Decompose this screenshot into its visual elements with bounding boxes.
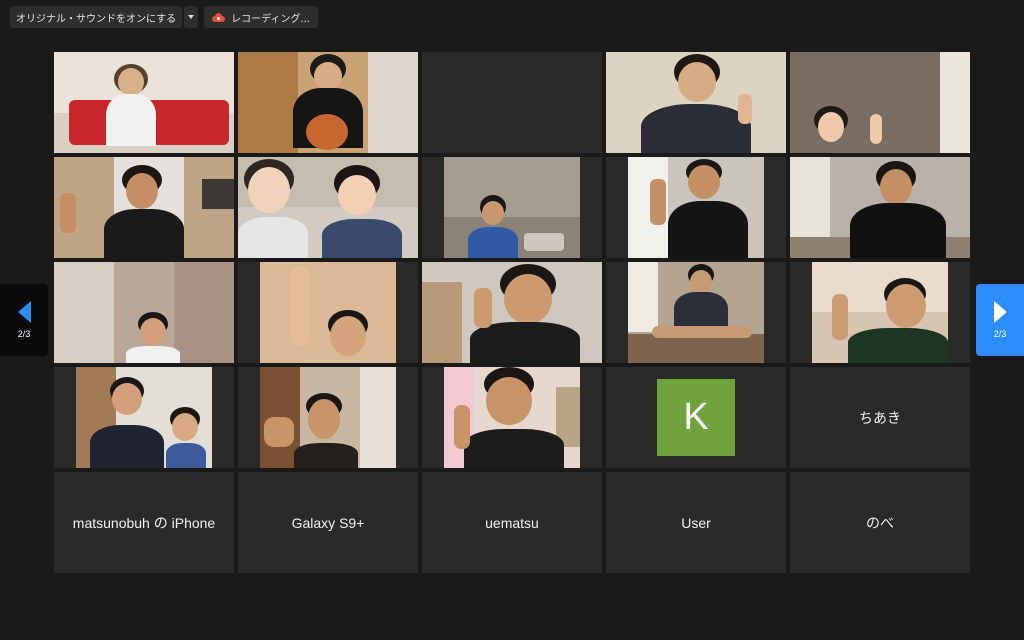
video-tile[interactable] bbox=[54, 52, 234, 153]
name-tile[interactable]: User bbox=[606, 472, 786, 573]
participant-name: matsunobuh の iPhone bbox=[72, 514, 216, 531]
next-page-button[interactable]: 2/3 bbox=[976, 284, 1024, 356]
top-controls: オリジナル・サウンドをオンにする レコーディング... bbox=[10, 6, 318, 28]
name-tile[interactable]: Galaxy S9+ bbox=[238, 472, 418, 573]
page-indicator: 2/3 bbox=[993, 329, 1007, 339]
gallery-grid: K ちあき matsunobuh の iPhone Galaxy S9+ uem… bbox=[54, 52, 970, 573]
video-tile[interactable] bbox=[238, 52, 418, 153]
video-tile[interactable] bbox=[606, 157, 786, 258]
avatar-tile[interactable]: K bbox=[606, 367, 786, 468]
participant-video bbox=[260, 262, 396, 363]
name-tile[interactable]: のべ bbox=[790, 472, 970, 573]
participant-video bbox=[54, 52, 234, 153]
participant-video bbox=[238, 157, 418, 258]
video-tile[interactable] bbox=[54, 262, 234, 363]
participant-video bbox=[606, 52, 786, 153]
participant-video bbox=[790, 52, 970, 153]
video-tile[interactable] bbox=[54, 157, 234, 258]
original-sound-dropdown[interactable] bbox=[184, 6, 199, 28]
video-tile[interactable] bbox=[238, 157, 418, 258]
recording-label: レコーディング... bbox=[231, 13, 310, 25]
original-sound-label: オリジナル・サウンドをオンにする bbox=[16, 13, 177, 25]
video-tile[interactable] bbox=[238, 262, 418, 363]
video-tile[interactable] bbox=[790, 262, 970, 363]
participant-video bbox=[444, 157, 580, 258]
previous-page-button[interactable]: 2/3 bbox=[0, 284, 48, 356]
video-tile[interactable] bbox=[238, 367, 418, 468]
participant-name: Galaxy S9+ bbox=[291, 514, 365, 531]
name-tile[interactable]: matsunobuh の iPhone bbox=[54, 472, 234, 573]
participant-name: ちあき bbox=[859, 409, 901, 426]
video-tile[interactable] bbox=[422, 367, 602, 468]
cloud-recording-icon bbox=[212, 12, 226, 22]
participant-video bbox=[54, 262, 234, 363]
participant-video bbox=[54, 157, 234, 258]
video-tile[interactable] bbox=[606, 52, 786, 153]
original-sound-button[interactable]: オリジナル・サウンドをオンにする bbox=[10, 6, 183, 28]
avatar: K bbox=[657, 379, 735, 456]
name-tile[interactable]: ちあき bbox=[790, 367, 970, 468]
video-tile[interactable] bbox=[54, 367, 234, 468]
arrow-right-icon bbox=[993, 301, 1007, 323]
page-indicator: 2/3 bbox=[17, 329, 31, 339]
video-tile[interactable] bbox=[790, 52, 970, 153]
video-tile[interactable] bbox=[790, 157, 970, 258]
participant-video bbox=[238, 52, 418, 153]
participant-name: のべ bbox=[866, 514, 894, 531]
participant-video bbox=[628, 157, 764, 258]
participant-video bbox=[812, 262, 948, 363]
video-tile[interactable] bbox=[606, 262, 786, 363]
chevron-down-icon bbox=[188, 15, 195, 19]
participant-video bbox=[444, 367, 580, 468]
participant-video bbox=[422, 262, 602, 363]
participant-video bbox=[628, 262, 764, 363]
participant-video bbox=[260, 367, 396, 468]
recording-button[interactable]: レコーディング... bbox=[204, 6, 318, 28]
name-tile[interactable]: uematsu bbox=[422, 472, 602, 573]
participant-video bbox=[790, 157, 970, 258]
participant-name: uematsu bbox=[485, 514, 539, 531]
participant-name: User bbox=[681, 514, 711, 531]
arrow-left-icon bbox=[17, 301, 31, 323]
video-tile[interactable] bbox=[422, 262, 602, 363]
empty-video-tile bbox=[422, 52, 602, 153]
participant-video bbox=[76, 367, 212, 468]
video-tile[interactable] bbox=[422, 157, 602, 258]
